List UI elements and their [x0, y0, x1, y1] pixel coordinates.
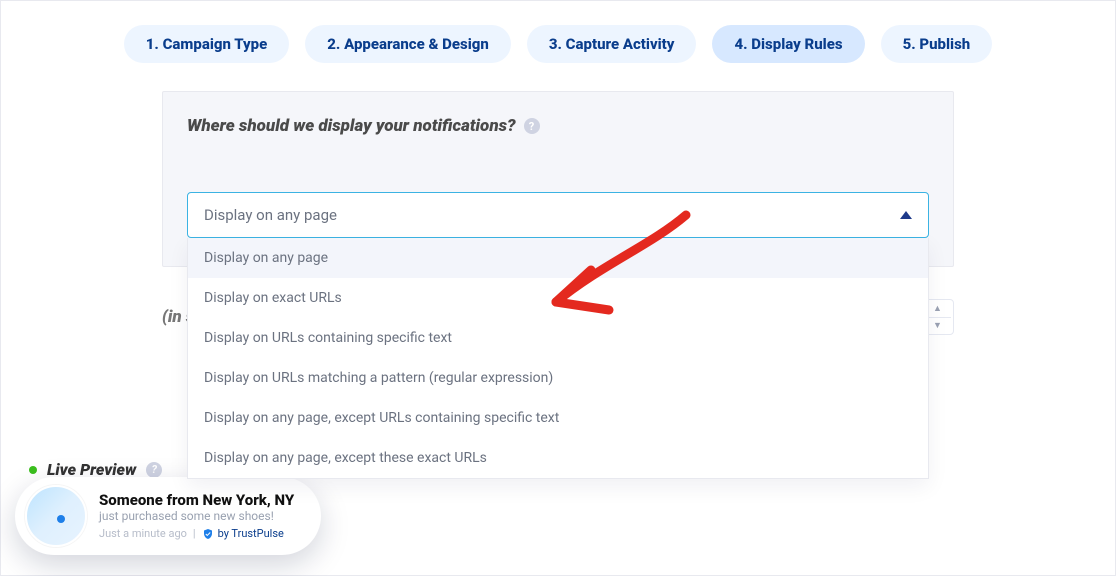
map-thumb-icon	[25, 485, 87, 547]
option-urls-containing-text[interactable]: Display on URLs containing specific text	[188, 318, 928, 358]
help-icon[interactable]: ?	[524, 118, 540, 134]
option-except-urls-containing[interactable]: Display on any page, except URLs contain…	[188, 398, 928, 438]
toast-meta: Just a minute ago | by TrustPulse	[99, 527, 294, 540]
option-urls-matching-pattern[interactable]: Display on URLs matching a pattern (regu…	[188, 358, 928, 398]
select-value: Display on any page	[204, 206, 337, 224]
option-any-page[interactable]: Display on any page	[188, 238, 928, 278]
question-row: Where should we display your notificatio…	[187, 116, 929, 136]
preview-toast[interactable]: Someone from New York, NY just purchased…	[15, 477, 321, 555]
tab-campaign-type[interactable]: 1. Campaign Type	[124, 25, 290, 63]
app-frame: 1. Campaign Type 2. Appearance & Design …	[0, 0, 1116, 576]
tab-display-rules[interactable]: 4. Display Rules	[712, 25, 864, 63]
option-except-exact-urls[interactable]: Display on any page, except these exact …	[188, 438, 928, 478]
settings-panel: Where should we display your notificatio…	[162, 91, 954, 267]
help-icon[interactable]: ?	[146, 462, 162, 478]
toast-subtitle: just purchased some new shoes!	[99, 509, 294, 523]
toast-body: Someone from New York, NY just purchased…	[99, 492, 294, 540]
toast-title: Someone from New York, NY	[99, 492, 294, 509]
display-rule-dropdown: Display on any page Display on exact URL…	[187, 238, 929, 479]
verified-icon	[202, 528, 214, 540]
tab-publish[interactable]: 5. Publish	[881, 25, 993, 63]
toast-time: Just a minute ago	[99, 527, 187, 540]
display-rule-select[interactable]: Display on any page	[187, 192, 929, 238]
option-exact-urls[interactable]: Display on exact URLs	[188, 278, 928, 318]
display-rule-select-wrap: Display on any page Display on any page …	[187, 192, 929, 238]
tab-capture-activity[interactable]: 3. Capture Activity	[527, 25, 697, 63]
map-pin-icon	[57, 515, 65, 523]
tab-appearance-design[interactable]: 2. Appearance & Design	[305, 25, 511, 63]
question-text: Where should we display your notificatio…	[187, 116, 516, 136]
toast-badge[interactable]: by TrustPulse	[202, 527, 284, 540]
live-dot-icon	[29, 466, 37, 474]
chevron-up-icon	[900, 211, 912, 219]
toast-badge-text: by TrustPulse	[218, 527, 284, 540]
wizard-tabs: 1. Campaign Type 2. Appearance & Design …	[1, 25, 1115, 63]
